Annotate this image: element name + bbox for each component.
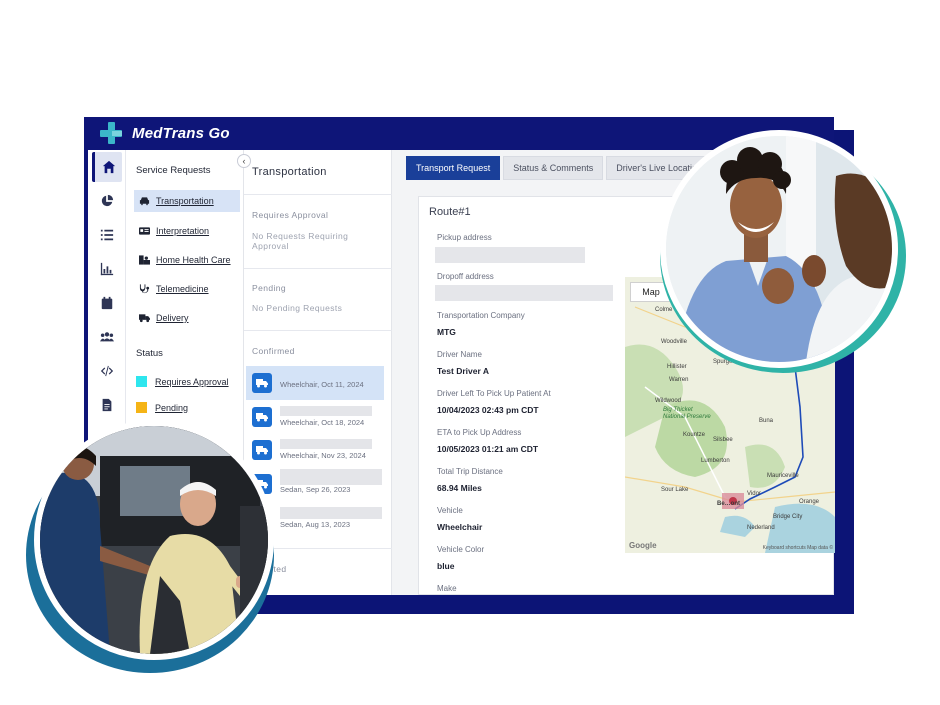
service-item-delivery[interactable]: Delivery — [134, 307, 240, 329]
service-item-label: Home Health Care — [156, 255, 231, 265]
tab-status-comments[interactable]: Status & Comments — [503, 156, 604, 180]
pickup-address-value-redacted — [435, 247, 585, 263]
request-card-label: Wheelchair, Oct 11, 2024 — [280, 380, 364, 389]
route-title: Route#1 — [429, 206, 471, 218]
field-value: blue — [437, 561, 455, 571]
service-item-telemedicine[interactable]: Telemedicine — [134, 278, 240, 300]
field-label: Make — [437, 584, 457, 593]
id-card-icon — [138, 226, 150, 236]
field-label: Vehicle — [437, 506, 463, 515]
detail-tabs: Transport Request Status & Comments Driv… — [406, 156, 710, 180]
list-icon[interactable] — [92, 220, 122, 250]
map-label: Warren — [669, 377, 689, 383]
map-label: Silsbee — [713, 437, 733, 443]
car-icon — [138, 196, 150, 206]
field-label: Driver Name — [437, 350, 482, 359]
field-value: 68.94 Miles — [437, 483, 482, 493]
transportation-list-title: Transportation — [252, 166, 327, 178]
status-swatch — [136, 376, 147, 387]
section-pending: Pending — [252, 283, 286, 293]
request-card[interactable]: Wheelchair, Oct 11, 2024 — [246, 366, 384, 400]
service-item-label: Transportation — [156, 196, 214, 206]
field-label: Pickup address — [437, 233, 492, 242]
marketing-composition: MedTrans Go Service Requests Transportat… — [0, 0, 940, 705]
map-label: Orange — [799, 499, 820, 505]
bar-chart-icon[interactable] — [92, 254, 122, 284]
service-requests-heading: Service Requests — [136, 165, 211, 176]
service-item-home-health-care[interactable]: Home Health Care — [134, 249, 240, 271]
service-item-label: Telemedicine — [156, 284, 209, 294]
request-card-label: Wheelchair, Oct 18, 2024 — [280, 418, 365, 427]
service-item-label: Interpretation — [156, 226, 210, 236]
map-label: Vidor — [747, 491, 761, 497]
map-label: Kountze — [683, 432, 706, 438]
service-item-transportation[interactable]: Transportation — [134, 190, 240, 212]
home-icon[interactable] — [92, 152, 122, 182]
sign-language-photo — [660, 130, 898, 368]
field-label: Vehicle Color — [437, 545, 485, 554]
status-label: Requires Approval — [155, 376, 229, 387]
dropoff-address-value-redacted — [435, 285, 613, 301]
field-value: Wheelchair — [437, 522, 483, 532]
status-label: Pending — [155, 402, 189, 413]
collapse-panel-button[interactable]: ‹ — [237, 154, 251, 168]
map-label: Lumberton — [701, 458, 730, 464]
tab-transport-request[interactable]: Transport Request — [406, 156, 501, 180]
map-label: Bridge City — [773, 514, 803, 520]
map-label: Sour Lake — [661, 487, 689, 493]
map-label: Mauriceville — [767, 473, 799, 479]
empty-pending: No Pending Requests — [252, 303, 343, 313]
status-heading: Status — [136, 348, 163, 359]
users-icon[interactable] — [92, 322, 122, 352]
request-card-label: Wheelchair, Nov 23, 2024 — [280, 451, 366, 460]
field-label: ETA to Pick Up Address — [437, 428, 522, 437]
map-footer[interactable]: Keyboard shortcuts Map data © — [763, 545, 833, 551]
map-label: Buna — [759, 418, 774, 424]
truck-icon — [252, 373, 272, 393]
brand-name: MedTrans Go — [132, 124, 230, 142]
field-value: 10/05/2023 01:21 am CDT — [437, 444, 539, 454]
map-label: Be…ont — [717, 501, 740, 507]
section-requires-approval: Requires Approval — [252, 210, 329, 220]
field-value: Test Driver A — [437, 366, 489, 376]
code-icon[interactable] — [92, 356, 122, 386]
pie-chart-icon[interactable] — [92, 186, 122, 216]
status-requires-approval[interactable]: Requires Approval — [136, 376, 229, 387]
field-value: 10/04/2023 02:43 pm CDT — [437, 405, 539, 415]
field-label: Transportation Company — [437, 311, 525, 320]
status-swatch — [136, 402, 147, 413]
stethoscope-icon — [138, 284, 150, 294]
service-item-interpretation[interactable]: Interpretation — [134, 220, 240, 242]
status-pending[interactable]: Pending — [136, 402, 188, 413]
field-value: MTG — [437, 327, 456, 337]
request-card-label: Sedan, Aug 13, 2023 — [280, 520, 351, 529]
field-label: Driver Left To Pick Up Patient At — [437, 389, 551, 398]
google-logo: Google — [629, 541, 657, 550]
home-care-icon — [138, 255, 150, 265]
logo-cross-icon — [100, 122, 122, 144]
service-item-label: Delivery — [156, 313, 189, 323]
field-label: Dropoff address — [437, 272, 494, 281]
map-label: Hillister — [667, 364, 687, 370]
section-confirmed: Confirmed — [252, 346, 295, 356]
empty-requires-approval: No Requests Requiring Approval — [252, 231, 349, 251]
request-card-label: Sedan, Sep 26, 2023 — [280, 485, 351, 494]
map-label: Wildwood — [655, 398, 682, 404]
truck-icon — [252, 407, 272, 427]
caregiver-photo — [34, 420, 274, 660]
map-label: Big Thicket National Preserve — [663, 407, 711, 420]
truck-icon — [138, 313, 150, 323]
field-label: Total Trip Distance — [437, 467, 503, 476]
calendar-icon[interactable] — [92, 288, 122, 318]
map-label: Nederland — [747, 525, 775, 531]
document-icon[interactable] — [92, 390, 122, 420]
